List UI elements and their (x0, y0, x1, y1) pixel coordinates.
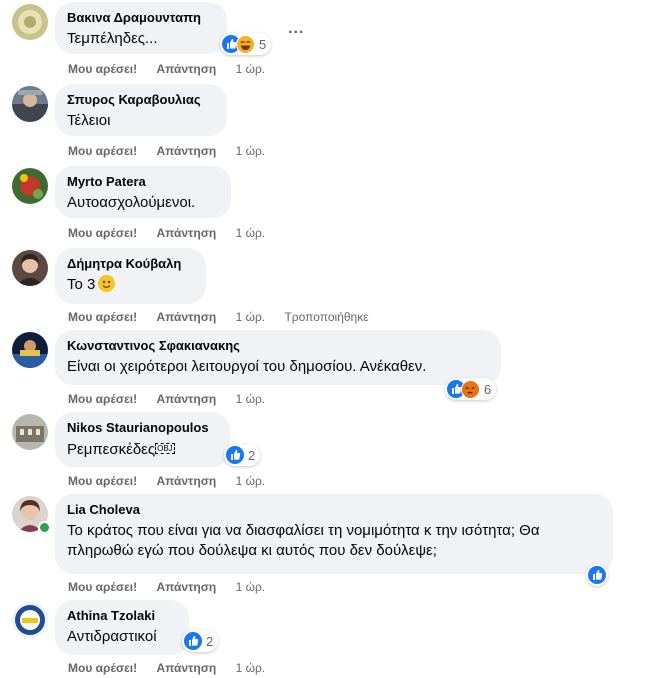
timestamp[interactable]: 1 ώρ. (236, 661, 266, 675)
comment-bubble: Δήμητρα Κούβαλη Το 3 (55, 248, 206, 304)
reaction-summary[interactable] (586, 564, 608, 586)
comment-text: Τέλειοι (67, 112, 111, 129)
comment-author[interactable]: Βακινα Δραμουνταπη (67, 10, 215, 26)
reaction-summary[interactable]: 2 (224, 444, 261, 466)
avatar[interactable] (12, 4, 48, 40)
reply-button[interactable]: Απάντηση (156, 226, 216, 240)
comment-actions: Μου αρέσει! Απάντηση 1 ώρ. (68, 144, 265, 158)
like-button[interactable]: Μου αρέσει! (68, 62, 137, 76)
comment-author[interactable]: Lia Choleva (67, 502, 601, 518)
reaction-count: 5 (259, 36, 267, 52)
smile-emoji-icon (98, 275, 116, 292)
angry-reaction-icon (461, 379, 480, 399)
timestamp[interactable]: 1 ώρ. (236, 62, 266, 76)
reaction-summary[interactable]: 2 (182, 630, 219, 652)
reaction-summary[interactable]: 5 (220, 33, 272, 55)
avatar[interactable] (12, 602, 48, 638)
like-button[interactable]: Μου αρέσει! (68, 580, 137, 594)
reply-button[interactable]: Απάντηση (156, 144, 216, 158)
reaction-summary[interactable]: 6 (445, 378, 497, 400)
comment-author[interactable]: Nikos Staurianopoulos (67, 420, 218, 436)
comment-bubble: Βακινα Δραμουνταπη Τεμπέληδες... (55, 2, 227, 54)
comment-actions: Μου αρέσει! Απάντηση 1 ώρ. (68, 226, 265, 240)
comment-actions: Μου αρέσει! Απάντηση 1 ώρ. (68, 474, 265, 488)
like-button[interactable]: Μου αρέσει! (68, 226, 137, 240)
like-button[interactable]: Μου αρέσει! (68, 474, 137, 488)
comment-text: Τεμπέληδες... (67, 30, 158, 47)
comment-bubble: Lia Choleva Το κράτος που είναι για να δ… (55, 494, 613, 574)
online-status-indicator (38, 521, 51, 534)
timestamp[interactable]: 1 ώρ. (236, 226, 266, 240)
reply-button[interactable]: Απάντηση (156, 474, 216, 488)
avatar[interactable] (12, 86, 48, 122)
timestamp[interactable]: 1 ώρ. (236, 392, 266, 406)
edited-label[interactable]: Τροποποιήθηκε (284, 310, 368, 324)
timestamp[interactable]: 1 ώρ. (236, 474, 266, 488)
comment-author[interactable]: Athina Tzolaki (67, 608, 177, 624)
haha-reaction-icon (236, 34, 255, 54)
timestamp[interactable]: 1 ώρ. (236, 144, 266, 158)
like-button[interactable]: Μου αρέσει! (68, 310, 137, 324)
comment-author[interactable]: Σπυρος Καραβουλιας (67, 92, 215, 108)
reply-button[interactable]: Απάντηση (156, 310, 216, 324)
reply-button[interactable]: Απάντηση (156, 661, 216, 675)
avatar[interactable] (12, 414, 48, 450)
comment-text: Το κράτος που είναι για να διασφαλίσει τ… (67, 522, 540, 559)
comment-author[interactable]: Δήμητρα Κούβαλη (67, 256, 194, 272)
like-button[interactable]: Μου αρέσει! (68, 661, 137, 675)
comment-bubble: Nikos Staurianopoulos Ρεμπεσκέδες OBJ (55, 412, 230, 467)
reply-button[interactable]: Απάντηση (156, 580, 216, 594)
reaction-count: 2 (206, 633, 214, 649)
reply-button[interactable]: Απάντηση (156, 62, 216, 76)
comment-actions: Μου αρέσει! Απάντηση 1 ώρ. (68, 661, 265, 675)
timestamp[interactable]: 1 ώρ. (236, 580, 266, 594)
avatar[interactable] (12, 250, 48, 286)
comment-actions: Μου αρέσει! Απάντηση 1 ώρ. Τροποποιήθηκε (68, 310, 369, 324)
avatar[interactable] (12, 332, 48, 368)
comment-bubble: Σπυρος Καραβουλιας Τέλειοι (55, 84, 227, 136)
comment-text: Αυτοασχολούμενοι. (67, 194, 196, 211)
comment-author[interactable]: Κωνσταντινος Σφακιανακης (67, 338, 489, 354)
comment-actions: Μου αρέσει! Απάντηση 1 ώρ. (68, 62, 265, 76)
avatar[interactable] (12, 168, 48, 204)
comment-bubble: Myrto Patera Αυτοασχολούμενοι. (55, 166, 231, 218)
timestamp[interactable]: 1 ώρ. (236, 310, 266, 324)
comment-author[interactable]: Myrto Patera (67, 174, 219, 190)
like-reaction-icon (588, 566, 606, 584)
comment-text-value: Το 3 (67, 276, 96, 293)
comment-bubble: Κωνσταντινος Σφακιανακης Είναι οι χειρότ… (55, 330, 501, 385)
like-reaction-icon (226, 446, 244, 464)
comment-actions: Μου αρέσει! Απάντηση 1 ώρ. (68, 580, 265, 594)
like-reaction-icon (184, 632, 202, 650)
comment-text: Αντιδραστικοί (67, 628, 157, 645)
like-button[interactable]: Μου αρέσει! (68, 392, 137, 406)
obj-glyph: OBJ (155, 443, 175, 454)
like-button[interactable]: Μου αρέσει! (68, 144, 137, 158)
comment-text: Το 3 (67, 275, 194, 295)
comment-text-value: Ρεμπεσκέδες (67, 441, 156, 458)
comment-actions: Μου αρέσει! Απάντηση 1 ώρ. (68, 392, 265, 406)
comment-text: Ρεμπεσκέδες OBJ (67, 439, 218, 460)
reaction-count: 6 (484, 381, 492, 397)
reaction-count: 2 (248, 447, 256, 463)
reply-button[interactable]: Απάντηση (156, 392, 216, 406)
comment-bubble: Athina Tzolaki Αντιδραστικοί (55, 600, 189, 655)
comment-text: Είναι οι χειρότεροι λειτουργοί του δημοσ… (67, 358, 427, 375)
more-options-icon[interactable]: ... (288, 20, 304, 38)
